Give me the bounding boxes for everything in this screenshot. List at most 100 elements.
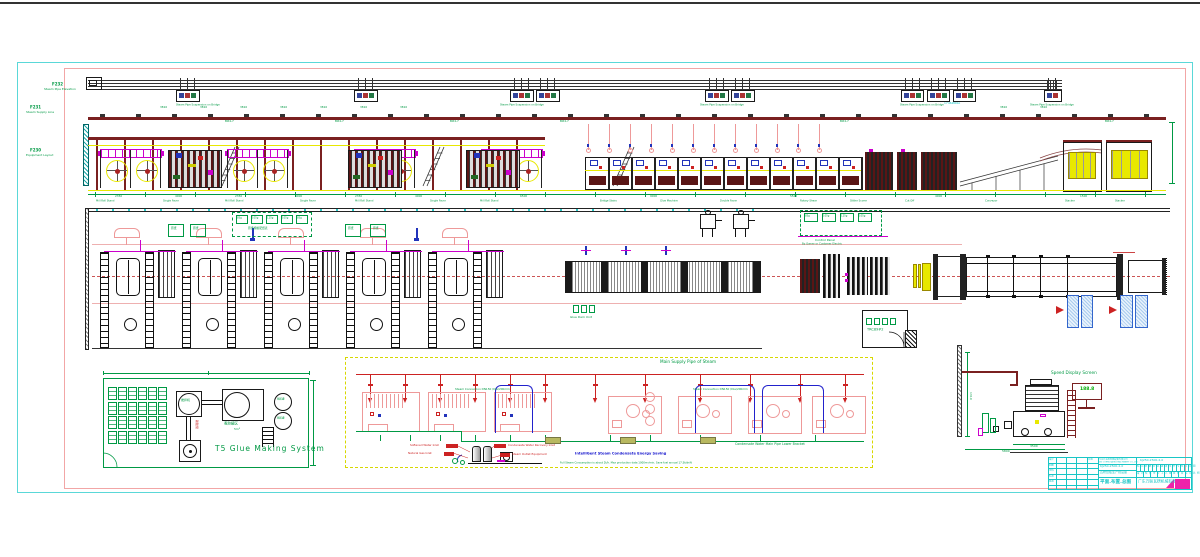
machine-roll [626, 404, 640, 418]
rail-tick [336, 209, 338, 212]
storage-tank [274, 412, 292, 430]
tb-company-en: DG CORRUGATED MACHINERY CO.,LTD [1099, 461, 1138, 463]
preheat-roll [796, 148, 801, 153]
dim-tick [595, 192, 596, 197]
df-dot [806, 166, 809, 169]
starch-box [118, 416, 127, 429]
shear-mark [869, 149, 873, 152]
rail-mark: B#4-7 [450, 120, 459, 123]
roll-stand-rack [428, 252, 437, 348]
tank-pipe [749, 220, 755, 221]
margin-name: Steam Supply Line [26, 111, 54, 114]
tb-left-label: 日期 [1088, 458, 1093, 461]
station-box-label: 原纸 [373, 227, 379, 230]
df-post [792, 157, 794, 190]
df-dot [760, 166, 763, 169]
floor-dim: 4000 [295, 195, 302, 198]
hanger-pipe [945, 78, 946, 90]
rail-clamp [136, 114, 141, 117]
speed-screen-label: Speed Display Screen [1051, 371, 1097, 375]
steam-rail [88, 117, 1166, 120]
facer-plan [322, 250, 339, 298]
sf-part [173, 175, 180, 179]
hanger-cell [904, 93, 909, 98]
roll-axis [374, 260, 375, 294]
df-hood [797, 160, 805, 166]
edge-block [1039, 295, 1043, 298]
hanger-pipe [1048, 78, 1049, 90]
rail-tick [720, 209, 722, 212]
df-dot [852, 166, 855, 169]
hanger-cell [363, 93, 368, 98]
roll-axis [128, 260, 129, 294]
rail-tick [640, 209, 642, 212]
starch-box [148, 402, 157, 415]
df-plate [635, 176, 652, 185]
piping-title: Main Supply Pipe of Steam [660, 360, 716, 364]
ground-line [88, 190, 1166, 191]
hanger-cell [525, 93, 530, 98]
dim-line [88, 194, 1166, 195]
floor-circle [370, 318, 383, 331]
stand-post [287, 150, 288, 188]
mezzanine-post [432, 140, 434, 190]
yellow-unit [913, 264, 917, 288]
tank-pipe [716, 220, 722, 221]
df-hood [820, 160, 828, 166]
starch-box [148, 431, 157, 444]
drop-valve [755, 144, 757, 147]
rail-clamp [352, 114, 357, 117]
drop-valve [608, 144, 610, 147]
hanger-cell [191, 93, 196, 98]
dim-tick [945, 192, 946, 197]
starch-box [128, 431, 137, 444]
rail-dim: 3810 [280, 106, 287, 109]
pump-circle [452, 458, 458, 464]
rail-clamp [532, 114, 537, 117]
hanger-cell [708, 93, 713, 98]
glue-pipe [186, 251, 258, 252]
io-label: Softened Water Inlet [410, 444, 439, 447]
rail-tick [256, 209, 258, 212]
condensate-stub [475, 435, 476, 441]
df-post [861, 157, 863, 190]
rail-clamp [928, 114, 933, 117]
rail-clamp [244, 114, 249, 117]
glue-pipe [432, 251, 504, 252]
condensate-stub [410, 435, 411, 441]
stacker-panel [1068, 152, 1096, 179]
pallet [1135, 295, 1148, 328]
dim-tick [245, 192, 246, 197]
frame-bar [933, 254, 938, 300]
tb-line [1048, 468, 1098, 469]
drop-valve [650, 144, 652, 147]
edge-block [1012, 295, 1016, 298]
room-hatch [905, 330, 917, 348]
floor-circle [124, 318, 137, 331]
floor-dim: 1500 [1080, 195, 1087, 198]
tb-drawing-no-right: KJ250-2500-2-0 [1140, 459, 1163, 462]
rail-clamp [208, 114, 213, 117]
glue-tank [700, 214, 716, 229]
starch-box [158, 416, 167, 429]
df-plate [819, 176, 836, 185]
rail-tick [112, 209, 114, 212]
sf-part [176, 153, 182, 158]
df-dot [829, 166, 832, 169]
drop-valve [818, 144, 820, 147]
df-valve-pipe [621, 250, 631, 251]
tank-label: 储胶罐 [277, 398, 285, 401]
floor-dim: 6500 [520, 195, 527, 198]
cutoff-plan [847, 257, 868, 295]
hanger-pipe [180, 78, 181, 90]
df-plate [612, 176, 629, 185]
grid-weight: 125g [267, 217, 273, 220]
starch-box [128, 402, 137, 415]
rail-clamp [100, 114, 105, 117]
floor-dim: 4000 [175, 195, 182, 198]
glue-pipe [386, 240, 387, 251]
room-box [866, 318, 872, 325]
shear-plan [800, 259, 820, 293]
dim-tick [208, 371, 209, 375]
df-dot [691, 166, 694, 169]
